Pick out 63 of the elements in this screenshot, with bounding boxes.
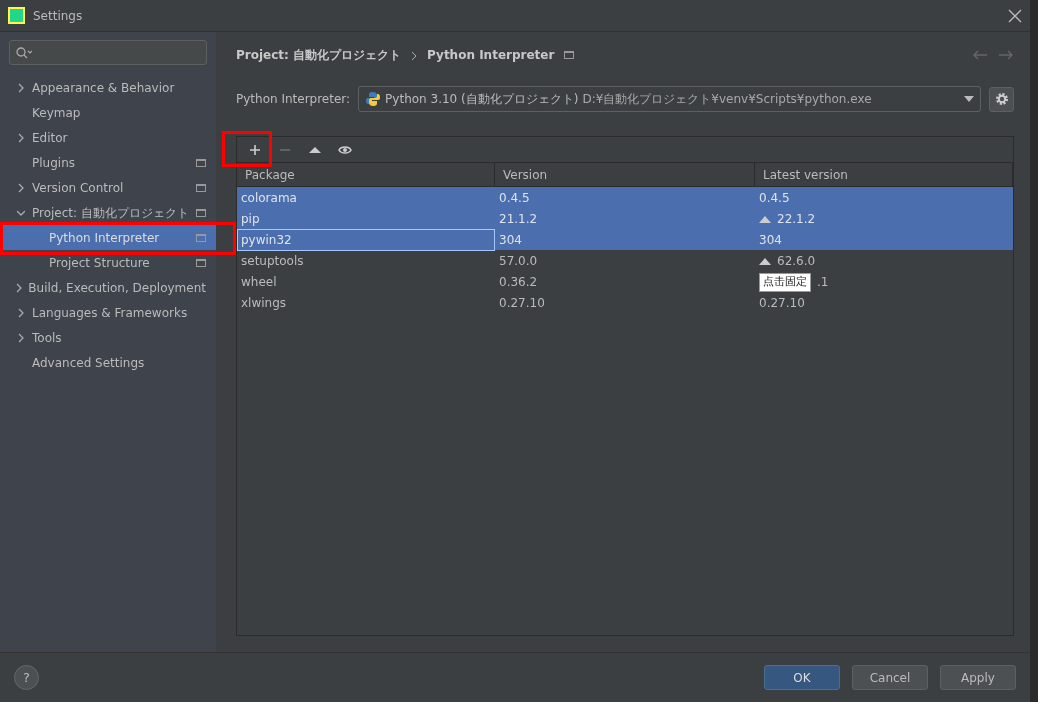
table-cell-text: 0.4.5 <box>759 190 790 207</box>
window-title: Settings <box>33 7 83 25</box>
table-cell-text: wheel <box>240 274 278 292</box>
table-cell-text: 0.36.2 <box>498 274 539 292</box>
table-cell-text: 304 <box>498 232 523 249</box>
app-logo <box>8 7 25 24</box>
table-cell-text: colorama <box>240 190 298 207</box>
table-cell: pywin32 <box>237 229 495 251</box>
sidebar-item[interactable]: Languages & Frameworks <box>0 300 216 325</box>
breadcrumb-item: Project: 自動化プロジェクト <box>236 47 402 64</box>
search-icon <box>16 46 32 59</box>
dialog-button[interactable]: Cancel <box>852 665 928 690</box>
table-cell-text: 0.4.5 <box>498 190 531 207</box>
table-row[interactable]: setuptools 57.0.0 62.6.0 <box>237 250 1013 271</box>
table-cell-text: 304 <box>759 232 782 249</box>
sidebar-item[interactable]: Appearance & Behavior <box>0 75 216 100</box>
table-cell-text: 57.0.0 <box>498 253 539 270</box>
table-row[interactable]: pywin32 304 304 <box>237 229 1013 250</box>
interpreter-dropdown[interactable]: Python 3.10 (自動化プロジェクト) D:¥自動化プロジェクト¥venv¥Scripts¥python.exe <box>358 86 981 112</box>
help-button[interactable]: ? <box>14 665 39 690</box>
sidebar-item[interactable]: Project Structure <box>0 250 216 275</box>
table-cell-text: 62.6.0 <box>777 253 816 270</box>
tooltip: 点击固定 <box>759 273 811 292</box>
table-cell-text: .1 <box>817 274 829 292</box>
python-icon <box>365 91 382 107</box>
sidebar-item[interactable]: Version Control <box>0 175 216 200</box>
sidebar-item[interactable]: Build, Execution, Deployment <box>0 275 216 300</box>
sidebar-item[interactable]: Advanced Settings <box>0 350 216 375</box>
settings-button[interactable] <box>989 86 1014 112</box>
project-scope-icon <box>564 51 575 59</box>
settings-icon <box>994 92 1009 106</box>
sidebar-item[interactable]: Plugins <box>0 150 216 175</box>
dialog-button[interactable]: OK <box>764 665 840 690</box>
table-cell-text: setuptools <box>240 253 305 270</box>
sidebar-item[interactable]: Tools <box>0 325 216 350</box>
sidebar-item[interactable]: Keymap <box>0 100 216 125</box>
table-row[interactable]: colorama 0.4.5 0.4.5 <box>237 187 1013 208</box>
chevron-right-icon[interactable] <box>17 82 25 93</box>
sidebar-item[interactable]: Python Interpreter <box>0 225 216 250</box>
search-field[interactable] <box>9 40 207 65</box>
table-cell-text: 22.1.2 <box>777 211 816 228</box>
plus-icon <box>248 142 262 157</box>
table-cell-text: 0.27.10 <box>498 295 546 312</box>
dropdown-arrow-icon <box>964 96 974 102</box>
table-row[interactable]: wheel 0.36.2 点击固定 .1 <box>237 271 1013 292</box>
chevron-right-icon[interactable] <box>17 182 25 193</box>
table-cell-text: 0.27.10 <box>759 295 805 312</box>
field-label: Python Interpreter: <box>236 91 351 108</box>
table-row[interactable]: pip 21.1.2 22.1.2 <box>237 208 1013 229</box>
close-icon[interactable] <box>1008 8 1022 23</box>
table-cell-text: pip <box>240 211 261 228</box>
dialog-button[interactable]: Apply <box>940 665 1016 690</box>
chevron-right-icon[interactable] <box>17 307 25 318</box>
sidebar-item[interactable]: Editor <box>0 125 216 150</box>
table-row[interactable]: xlwings 0.27.10 0.27.10 <box>237 292 1013 313</box>
table-cell-text: 21.1.2 <box>498 211 539 228</box>
breadcrumb-item: Python Interpreter <box>427 47 555 64</box>
table-cell-text: xlwings <box>240 295 288 312</box>
sidebar-item[interactable]: Project: 自動化プロジェクト <box>0 200 216 225</box>
chevron-right-icon[interactable] <box>17 132 25 143</box>
chevron-right-icon[interactable] <box>15 282 24 293</box>
chevron-right-icon[interactable] <box>17 332 25 343</box>
minus-icon <box>280 148 290 151</box>
